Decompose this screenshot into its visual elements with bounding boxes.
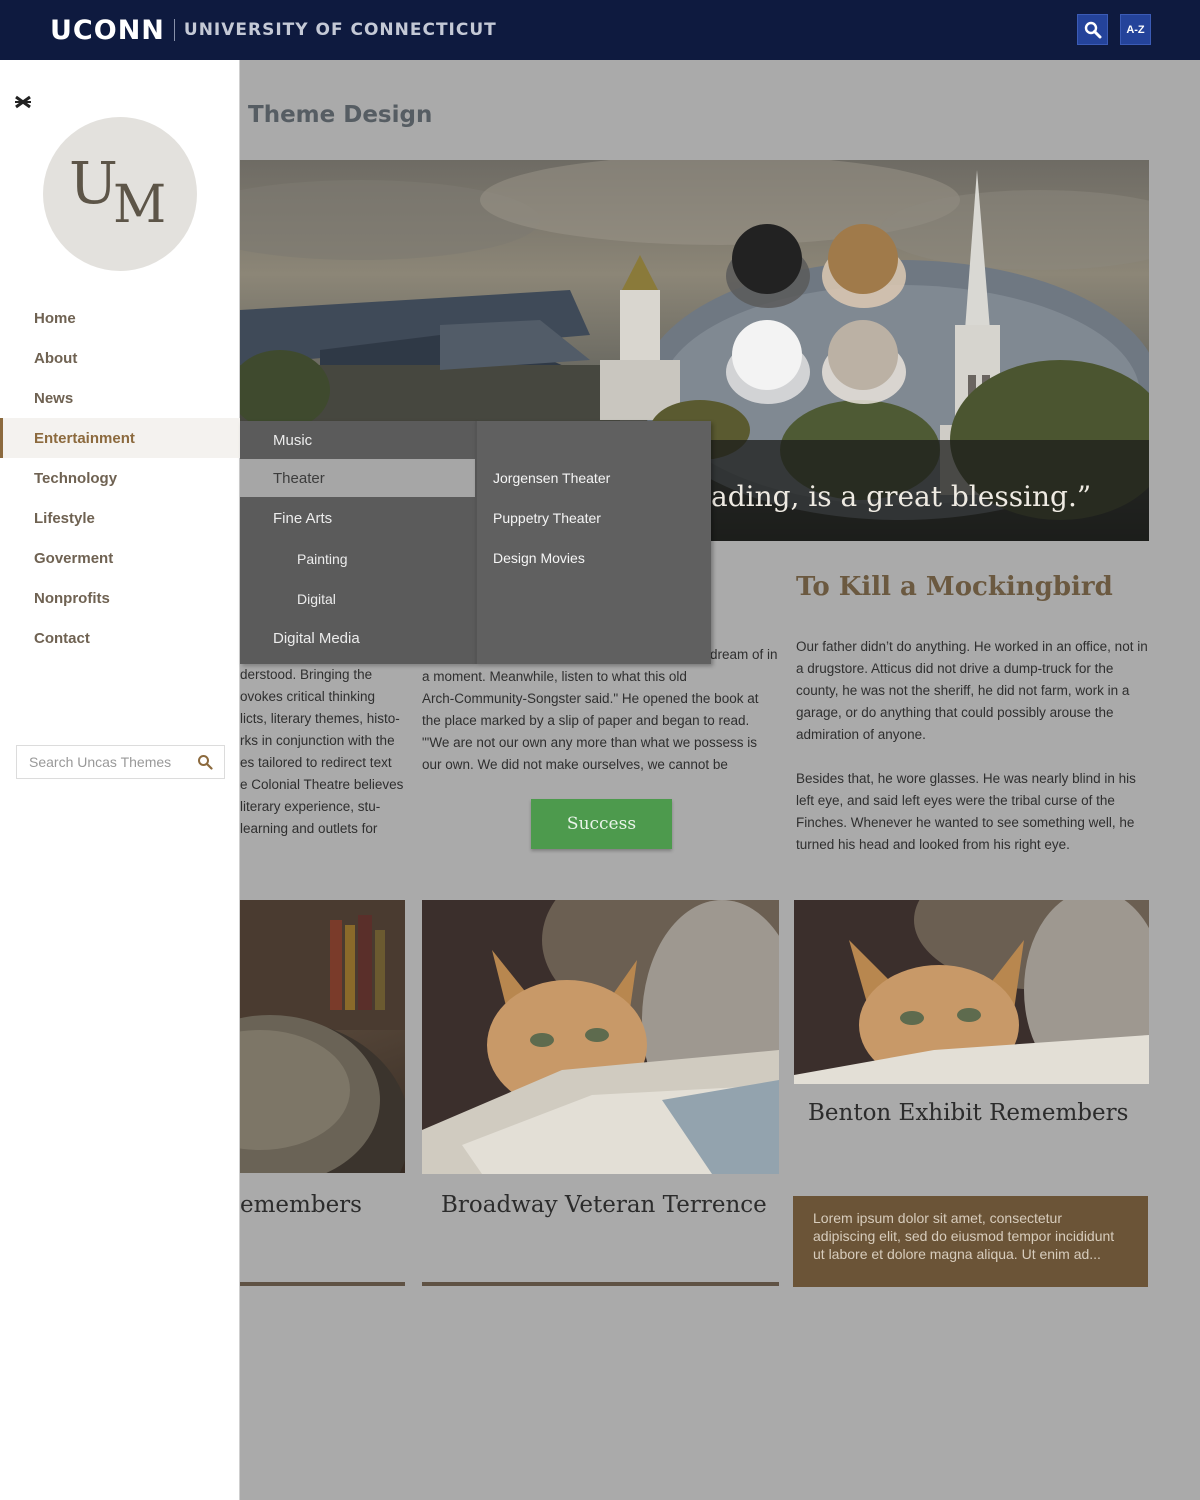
col1-line: literary experience, stu- [240, 799, 381, 814]
card-1-bottom-bar [240, 1282, 405, 1286]
swatch-brown [822, 224, 906, 308]
submenu-item-fine-arts[interactable]: Fine Arts [240, 499, 475, 537]
site-logo[interactable]: U M [43, 117, 197, 271]
card-1-image[interactable] [240, 900, 405, 1173]
search-input[interactable] [17, 746, 192, 778]
card-1-title[interactable]: emembers [240, 1192, 405, 1218]
column-1-text: derstood. Bringing the ovokes critical t… [240, 664, 408, 840]
sidebar-search [16, 745, 225, 779]
submenu-item-painting[interactable]: Painting [240, 540, 475, 578]
col1-line: ovokes critical thinking [240, 689, 376, 704]
search-button[interactable] [1077, 14, 1108, 45]
col2-line: Arch-Community-Songster said." He opened… [422, 691, 759, 706]
submenu-item-design-movies[interactable]: Design Movies [493, 539, 585, 577]
card-2-bottom-bar [422, 1282, 779, 1286]
col2-line: "'We are not our own any more than what … [422, 735, 758, 750]
swatch-black-dot [732, 224, 802, 294]
logo-letter-u: U [69, 149, 118, 217]
sidebar: U M Home About News Entertainment Techno… [0, 60, 240, 1500]
col2-line: the place marked by a slip of paper and … [422, 713, 750, 728]
logo-letter-m: M [113, 175, 167, 235]
hero-quote: ading, is a great blessing.” [711, 480, 1092, 513]
swatch-white-dot [732, 320, 802, 390]
col1-line: e Colonial Theatre believes [240, 777, 404, 792]
entertainment-submenu: Music Theater Fine Arts Painting Digital… [240, 421, 475, 664]
sidebar-item-about[interactable]: About [0, 338, 240, 378]
cat-with-book-photo [422, 900, 779, 1174]
col3-paragraph: Besides that, he wore glasses. He was ne… [796, 771, 1136, 852]
swatch-brown-dot [828, 224, 898, 294]
submenu-item-music[interactable]: Music [240, 421, 475, 459]
page-title: Theme Design [248, 102, 433, 128]
submenu-item-puppetry-theater[interactable]: Puppetry Theater [493, 499, 601, 537]
brand[interactable]: UCONN UNIVERSITY OF CONNECTICUT [50, 15, 497, 46]
card-3-excerpt[interactable]: Lorem ipsum dolor sit amet, consectetur … [793, 1196, 1148, 1287]
sidebar-item-lifestyle[interactable]: Lifestyle [0, 498, 240, 538]
card-2-title[interactable]: Broadway Veteran Terrence [441, 1192, 767, 1218]
sidebar-item-news[interactable]: News [0, 378, 240, 418]
col2-line: our own. We did not make ourselves, we c… [422, 757, 728, 772]
search-icon [1084, 21, 1101, 38]
sidebar-item-goverment[interactable]: Goverment [0, 538, 240, 578]
submenu-item-jorgensen-theater[interactable]: Jorgensen Theater [493, 459, 610, 497]
sidebar-item-nonprofits[interactable]: Nonprofits [0, 578, 240, 618]
close-button[interactable] [13, 94, 33, 110]
cat-with-book-photo [794, 900, 1149, 1084]
card-3-title[interactable]: Benton Exhibit Remembers [808, 1100, 1128, 1126]
sidebar-nav: Home About News Entertainment Technology… [0, 298, 240, 658]
col1-line: derstood. Bringing the [240, 667, 373, 682]
card-3-image[interactable] [794, 900, 1149, 1084]
reader-photo [240, 900, 405, 1173]
university-name[interactable]: UNIVERSITY OF CONNECTICUT [184, 20, 497, 40]
swatch-taupe-dot [828, 320, 898, 390]
theater-submenu: Jorgensen Theater Puppetry Theater Desig… [475, 421, 711, 664]
col1-line: licts, literary themes, histo- [240, 711, 400, 726]
col1-line: es tailored to redirect text [240, 755, 392, 770]
swatch-black [726, 224, 810, 308]
brand-divider [173, 19, 175, 41]
col2-line: a moment. Meanwhile, listen to what this… [422, 669, 687, 684]
success-button[interactable]: Success [531, 799, 672, 849]
col3-paragraph: Our father didn’t do anything. He worked… [796, 639, 1148, 742]
a-z-button[interactable]: A-Z [1120, 14, 1151, 45]
close-icon [15, 95, 31, 109]
submenu-item-digital[interactable]: Digital [240, 580, 475, 618]
swatch-taupe [822, 320, 906, 404]
mockingbird-title[interactable]: To Kill a Mockingbird [796, 572, 1113, 602]
top-bar: UCONN UNIVERSITY OF CONNECTICUT A-Z [0, 0, 1200, 60]
column-3-text: Our father didn’t do anything. He worked… [796, 636, 1152, 856]
card-2-image[interactable] [422, 900, 779, 1174]
sidebar-item-entertainment[interactable]: Entertainment [0, 418, 240, 458]
swatch-white [726, 320, 810, 404]
uconn-logo[interactable]: UCONN [50, 15, 165, 46]
col1-line: rks in conjunction with the [240, 733, 395, 748]
search-icon[interactable] [197, 754, 213, 770]
sidebar-item-technology[interactable]: Technology [0, 458, 240, 498]
col1-line: learning and outlets for [240, 821, 378, 836]
submenu-item-digital-media[interactable]: Digital Media [240, 619, 475, 657]
sidebar-item-contact[interactable]: Contact [0, 618, 240, 658]
submenu-item-theater[interactable]: Theater [240, 459, 475, 497]
sidebar-item-home[interactable]: Home [0, 298, 240, 338]
